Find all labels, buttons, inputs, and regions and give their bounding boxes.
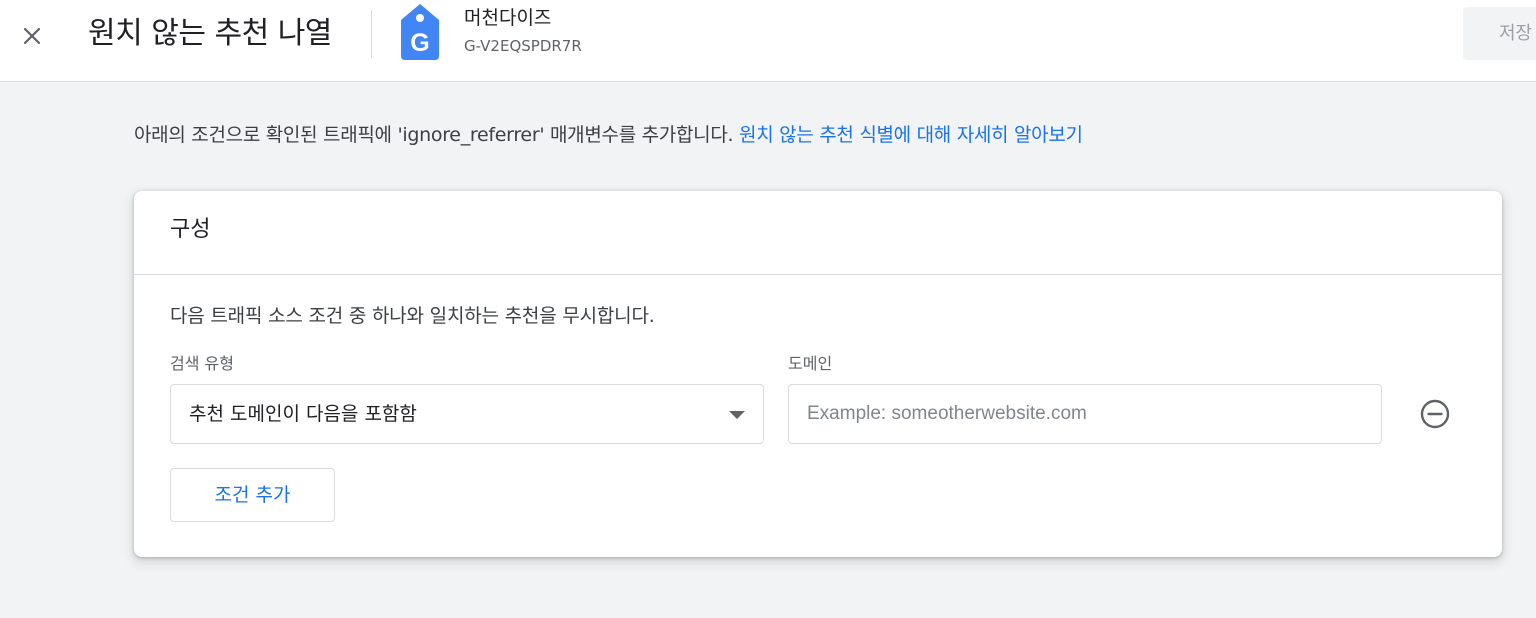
svg-text:G: G (410, 29, 429, 57)
card-title: 구성 (170, 217, 211, 242)
header-divider (371, 10, 372, 58)
remove-circle-icon (1420, 399, 1450, 429)
match-type-select[interactable]: 추천 도메인이 다음을 포함함 (170, 384, 764, 444)
add-condition-button[interactable]: 조건 추가 (170, 468, 335, 522)
card-header: 구성 (134, 191, 1502, 275)
match-type-label: 검색 유형 (170, 354, 234, 373)
intro-description: 아래의 조건으로 확인된 트래픽에 'ignore_referrer' 매개변수… (134, 124, 740, 146)
configuration-card: 구성 다음 트래픽 소스 조건 중 하나와 일치하는 추천을 무시합니다. 검색… (134, 191, 1502, 557)
google-tag-icon: G (401, 4, 439, 60)
caret-down-icon (729, 411, 745, 419)
match-type-value: 추천 도메인이 다음을 포함함 (189, 403, 417, 425)
top-app-bar: 원치 않는 추천 나열 G 머천다이즈 G-V2EQSPDR7R 저장 (0, 0, 1536, 82)
domain-label: 도메인 (788, 354, 833, 373)
page-title: 원치 않는 추천 나열 (88, 16, 332, 51)
save-button[interactable]: 저장 (1463, 7, 1536, 60)
property-name: 머천다이즈 (464, 7, 552, 29)
property-id: G-V2EQSPDR7R (464, 37, 582, 55)
remove-condition-button[interactable] (1416, 395, 1454, 433)
card-description: 다음 트래픽 소스 조건 중 하나와 일치하는 추천을 무시합니다. (170, 305, 655, 327)
learn-more-link[interactable]: 원치 않는 추천 식별에 대해 자세히 알아보기 (739, 124, 1083, 146)
close-icon (23, 27, 41, 45)
intro-text: 아래의 조건으로 확인된 트래픽에 'ignore_referrer' 매개변수… (134, 121, 1083, 149)
domain-input[interactable] (788, 384, 1382, 444)
close-button[interactable] (14, 18, 50, 54)
